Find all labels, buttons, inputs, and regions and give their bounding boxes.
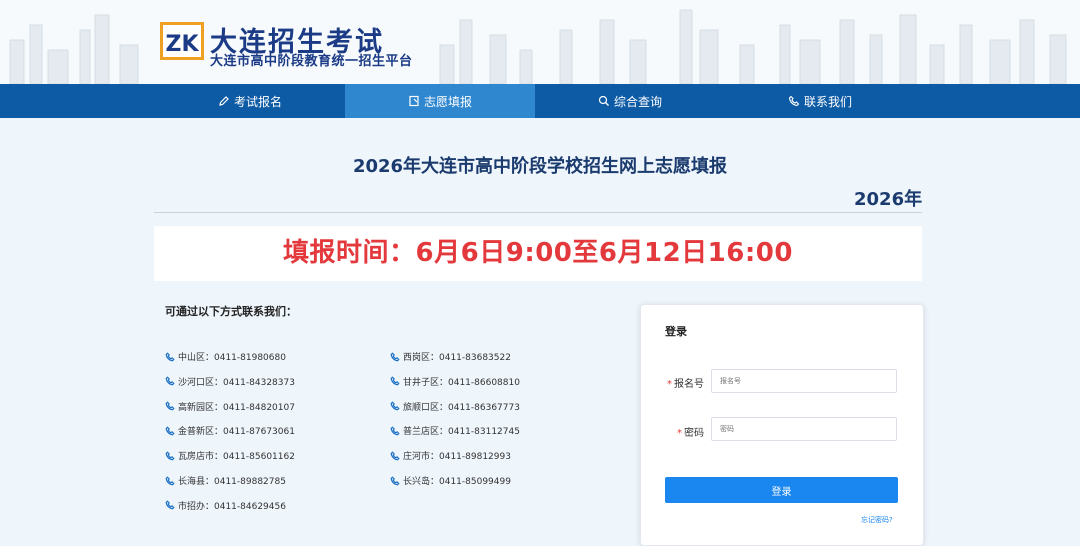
required-mark: * xyxy=(667,379,672,390)
phone-icon xyxy=(788,95,800,107)
contact-item: 长兴岛：0411-85099499 xyxy=(390,474,511,487)
contact-text: 市招办：0411-84629456 xyxy=(178,501,286,512)
contact-item: 沙河口区：0411-84328373 xyxy=(165,375,295,388)
login-button[interactable]: 登录 xyxy=(665,477,898,503)
contact-item: 市招办：0411-84629456 xyxy=(165,499,286,512)
contact-text: 甘井子区：0411-86608810 xyxy=(403,377,520,388)
logo-subtitle: 大连市高中阶段教育统一招生平台 xyxy=(210,54,413,69)
phone-icon xyxy=(390,376,400,386)
contact-item: 甘井子区：0411-86608810 xyxy=(390,375,520,388)
divider xyxy=(154,212,922,213)
contact-title: 可通过以下方式联系我们： xyxy=(165,305,297,318)
contact-item: 高新园区：0411-84820107 xyxy=(165,400,295,413)
pencil-icon xyxy=(218,95,230,107)
username-label: * 报名号 xyxy=(667,375,704,390)
contact-item: 长海县：0411-89882785 xyxy=(165,474,286,487)
contact-item: 金普新区：0411-87673061 xyxy=(165,424,295,437)
contact-text: 长兴岛：0411-85099499 xyxy=(403,477,511,487)
phone-icon xyxy=(165,426,175,436)
contact-text: 瓦房店市：0411-85601162 xyxy=(178,452,295,463)
nav-item-label: 考试报名 xyxy=(233,94,282,109)
nav-item-label: 联系我们 xyxy=(803,94,852,109)
nav-item-application[interactable]: 志愿填报 xyxy=(345,84,535,118)
login-panel: 登录 *报名号 *密码 登录 忘记密码? xyxy=(640,304,924,546)
year-label: 2026年 xyxy=(854,189,923,210)
site-header: ZK 大连招生考试 大连市高中阶段教育统一招生平台 xyxy=(0,0,1080,84)
nav-item-query[interactable]: 综合查询 xyxy=(535,84,725,118)
phone-icon xyxy=(165,351,175,362)
login-title: 登录 xyxy=(665,325,687,338)
contact-text: 沙河口区：0411-84328373 xyxy=(178,377,295,388)
contact-text: 长海县：0411-89882785 xyxy=(178,477,286,487)
phone-icon xyxy=(390,351,400,362)
document-icon xyxy=(408,95,420,107)
phone-icon xyxy=(390,426,400,436)
search-icon xyxy=(598,95,610,107)
contact-text: 中山区：0411-81980680 xyxy=(178,353,286,363)
application-period-banner: 填报时间：6月6日9:00至6月12日16:00 xyxy=(154,226,922,281)
phone-icon xyxy=(165,451,175,461)
contact-text: 普兰店区：0411-83112745 xyxy=(403,427,520,438)
phone-icon xyxy=(390,401,400,411)
nav-item-label: 志愿填报 xyxy=(423,94,472,109)
username-input[interactable] xyxy=(711,369,897,393)
required-mark: * xyxy=(677,428,682,439)
main-nav: 考试报名 志愿填报 综合查询 联系我们 xyxy=(0,84,1080,118)
logo-emblem: ZK xyxy=(160,22,204,60)
username-label-text: 报名号 xyxy=(674,379,704,390)
nav-item-contact[interactable]: 联系我们 xyxy=(725,84,915,118)
contact-item: 瓦房店市：0411-85601162 xyxy=(165,449,295,462)
password-label-text: 密码 xyxy=(684,428,704,439)
nav-item-exam-registration[interactable]: 考试报名 xyxy=(155,84,345,118)
contact-item: 中山区：0411-81980680 xyxy=(165,350,286,363)
contact-item: 旅顺口区：0411-86367773 xyxy=(390,400,520,413)
contact-text: 旅顺口区：0411-86367773 xyxy=(403,402,520,413)
contact-item: 西岗区：0411-83683522 xyxy=(390,350,511,363)
contact-text: 西岗区：0411-83683522 xyxy=(403,353,511,363)
contact-text: 庄河市：0411-89812993 xyxy=(403,452,511,463)
nav-item-label: 综合查询 xyxy=(613,94,662,109)
contact-item: 庄河市：0411-89812993 xyxy=(390,449,511,462)
phone-icon xyxy=(165,376,175,386)
password-input[interactable] xyxy=(711,417,897,441)
phone-icon xyxy=(390,451,400,461)
contact-text: 高新园区：0411-84820107 xyxy=(178,402,295,413)
phone-icon xyxy=(165,401,175,411)
contact-item: 普兰店区：0411-83112745 xyxy=(390,424,520,437)
phone-icon xyxy=(165,475,175,486)
phone-icon xyxy=(165,500,175,510)
forgot-password-link[interactable]: 忘记密码? xyxy=(861,515,893,525)
phone-icon xyxy=(390,475,400,486)
svg-text:ZK: ZK xyxy=(166,32,200,57)
password-label: * 密码 xyxy=(677,424,704,439)
page-title: 2026年大连市高中阶段学校招生网上志愿填报 xyxy=(352,156,728,177)
contact-text: 金普新区：0411-87673061 xyxy=(178,427,295,438)
